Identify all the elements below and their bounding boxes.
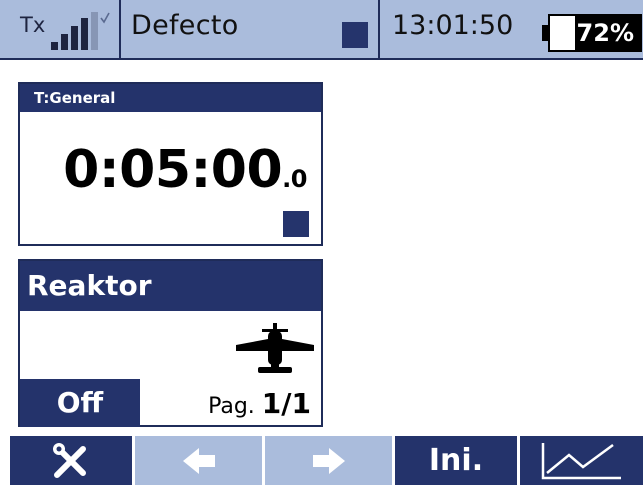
page-prefix: Pag. xyxy=(208,394,255,419)
ini-button-label: Ini. xyxy=(428,443,484,478)
status-separator xyxy=(378,0,380,58)
page-number: 1/1 xyxy=(261,387,311,420)
airplane-icon xyxy=(236,323,314,373)
model-title: Reaktor xyxy=(20,261,321,311)
tools-button[interactable] xyxy=(10,436,132,485)
bottom-toolbar: Ini. xyxy=(0,436,643,485)
arrow-left-icon xyxy=(182,447,215,474)
timer-main: 0:05:00 xyxy=(63,140,283,200)
model-widget[interactable]: Reaktor Off Pag. 1/1 xyxy=(18,259,323,427)
battery-percent: 72% xyxy=(576,19,634,47)
status-bar: Tx Defecto 13:01:50 72% xyxy=(0,0,643,60)
chart-line-icon xyxy=(541,442,621,479)
prev-page-button[interactable] xyxy=(135,436,262,485)
signal-bars-icon xyxy=(51,12,110,50)
timer-widget[interactable]: T:General 0:05:00.0 xyxy=(18,82,323,246)
telemetry-button[interactable] xyxy=(520,436,643,485)
arrow-right-icon xyxy=(312,447,345,474)
timer-title: T:General xyxy=(20,84,321,112)
next-page-button[interactable] xyxy=(265,436,392,485)
battery-icon: 72% xyxy=(542,14,642,54)
ini-button[interactable]: Ini. xyxy=(395,436,517,485)
flight-mode-indicator xyxy=(342,22,368,48)
model-state-badge: Off xyxy=(20,379,140,427)
wrench-screwdriver-icon xyxy=(53,442,86,478)
battery-body: 72% xyxy=(548,14,642,52)
timer-state-indicator xyxy=(283,211,309,237)
status-separator xyxy=(119,0,121,58)
current-model-name[interactable]: Defecto xyxy=(131,10,239,41)
system-clock: 13:01:50 xyxy=(392,10,514,41)
timer-value: 0:05:00.0 xyxy=(63,140,307,209)
timer-tenths: .0 xyxy=(282,165,307,193)
page-indicator: Pag. 1/1 xyxy=(208,387,311,420)
